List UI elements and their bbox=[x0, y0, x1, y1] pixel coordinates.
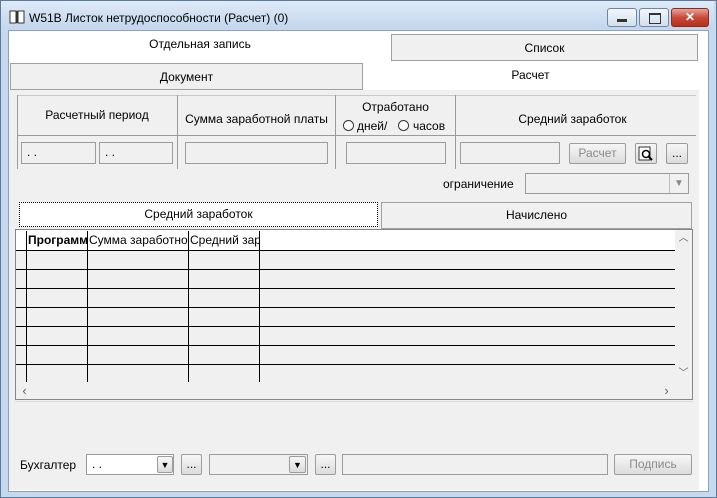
table-cell[interactable] bbox=[260, 346, 675, 365]
row-selector-header bbox=[16, 231, 27, 251]
table-cell[interactable] bbox=[27, 308, 88, 327]
chevron-down-icon[interactable]: ▼ bbox=[289, 456, 306, 473]
table-row[interactable] bbox=[16, 251, 675, 270]
table-cell[interactable] bbox=[88, 308, 189, 327]
close-icon: ✕ bbox=[684, 10, 696, 24]
accountant-more-button[interactable]: ... bbox=[181, 454, 202, 475]
period-label: Расчетный период bbox=[45, 108, 149, 122]
table-cell[interactable] bbox=[88, 251, 189, 270]
table-cell[interactable] bbox=[88, 346, 189, 365]
scroll-left-icon[interactable]: ‹ bbox=[16, 382, 33, 399]
table-cell[interactable] bbox=[189, 327, 260, 346]
chevron-down-icon[interactable]: ▼ bbox=[157, 456, 173, 473]
scroll-right-icon[interactable]: › bbox=[658, 382, 675, 399]
worked-input[interactable] bbox=[346, 142, 446, 164]
avg-earnings-input[interactable] bbox=[460, 142, 560, 164]
more-button[interactable]: ... bbox=[666, 143, 688, 164]
chevron-down-icon[interactable]: ▼ bbox=[669, 174, 688, 193]
hours-label: часов bbox=[413, 119, 446, 133]
table-cell[interactable] bbox=[27, 289, 88, 308]
close-button[interactable]: ✕ bbox=[671, 8, 709, 27]
table-footer-area bbox=[15, 401, 693, 435]
avg-earnings-label: Средний заработок bbox=[518, 112, 627, 126]
sign-button[interactable]: Подпись bbox=[614, 454, 692, 475]
worked-label: Отработано bbox=[362, 100, 429, 114]
maximize-icon bbox=[649, 13, 661, 24]
column-header-program[interactable]: Программа bbox=[27, 231, 88, 251]
period-from-input[interactable]: . . bbox=[21, 142, 96, 164]
table-cell[interactable] bbox=[260, 289, 675, 308]
second-more-button[interactable]: ... bbox=[315, 454, 336, 475]
row-selector[interactable] bbox=[16, 308, 27, 327]
window-title: W51B Листок нетрудоспособности (Расчет) … bbox=[29, 11, 289, 25]
table-row[interactable] bbox=[16, 289, 675, 308]
table-row[interactable] bbox=[16, 327, 675, 346]
accountant-label: Бухгалтер bbox=[20, 458, 77, 472]
row-selector[interactable] bbox=[16, 346, 27, 365]
minimize-button[interactable] bbox=[607, 8, 637, 27]
table-cell[interactable] bbox=[88, 270, 189, 289]
table-cell[interactable] bbox=[260, 327, 675, 346]
row-selector[interactable] bbox=[16, 251, 27, 270]
days-label: дней/ bbox=[357, 119, 388, 133]
tab-document[interactable]: Документ bbox=[10, 63, 363, 90]
table-cell[interactable] bbox=[27, 270, 88, 289]
period-to-input[interactable]: . . bbox=[99, 142, 173, 164]
table-cell[interactable] bbox=[27, 251, 88, 270]
table-row[interactable] bbox=[16, 346, 675, 365]
table-cell[interactable] bbox=[260, 270, 675, 289]
tab-list[interactable]: Список bbox=[391, 34, 698, 61]
table-cell[interactable] bbox=[189, 308, 260, 327]
salary-sum-input[interactable] bbox=[185, 142, 328, 164]
table-cell[interactable] bbox=[189, 346, 260, 365]
maximize-button[interactable] bbox=[639, 8, 669, 27]
row-selector[interactable] bbox=[16, 327, 27, 346]
table-cell[interactable] bbox=[27, 346, 88, 365]
minimize-icon bbox=[617, 19, 627, 22]
tab-calc[interactable]: Расчет bbox=[363, 62, 698, 90]
row-selector[interactable] bbox=[16, 289, 27, 308]
column-header-avg-earnings[interactable]: Средний заработок bbox=[189, 231, 260, 251]
table-cell[interactable] bbox=[189, 251, 260, 270]
limit-select[interactable] bbox=[525, 173, 689, 194]
table-cell[interactable] bbox=[260, 251, 675, 270]
salary-sum-label: Сумма заработной платы bbox=[185, 112, 328, 126]
table-cell[interactable] bbox=[27, 327, 88, 346]
preview-button[interactable] bbox=[635, 143, 657, 164]
comment-field[interactable] bbox=[342, 454, 608, 475]
table-cell[interactable] bbox=[88, 289, 189, 308]
subtab-avg-earnings[interactable]: Средний заработок bbox=[19, 202, 378, 227]
scroll-up-icon[interactable]: ︿ bbox=[675, 230, 692, 247]
table-cell[interactable] bbox=[189, 270, 260, 289]
tab-single-record[interactable]: Отдельная запись bbox=[9, 31, 391, 61]
table-row[interactable] bbox=[16, 270, 675, 289]
table-cell[interactable] bbox=[189, 289, 260, 308]
magnifier-icon bbox=[638, 146, 653, 161]
row-selector[interactable] bbox=[16, 270, 27, 289]
vertical-scrollbar[interactable]: ︿ ﹀ bbox=[675, 230, 692, 382]
subtab-accrued[interactable]: Начислено bbox=[381, 202, 692, 229]
limit-label: ограничение bbox=[443, 177, 514, 191]
table-header-row: Программа Сумма заработной платы Средний… bbox=[16, 231, 675, 251]
calc-button[interactable]: Расчет bbox=[569, 143, 626, 164]
hours-radio[interactable] bbox=[398, 120, 409, 131]
table-cell[interactable] bbox=[260, 308, 675, 327]
scroll-corner bbox=[675, 382, 692, 399]
book-icon bbox=[9, 10, 25, 24]
horizontal-scrollbar[interactable]: ‹ › bbox=[16, 382, 675, 399]
table-row[interactable] bbox=[16, 308, 675, 327]
days-radio[interactable] bbox=[343, 120, 354, 131]
column-header-salary-sum[interactable]: Сумма заработной платы bbox=[88, 231, 189, 251]
scroll-down-icon[interactable]: ﹀ bbox=[675, 365, 692, 382]
table-cell[interactable] bbox=[88, 327, 189, 346]
